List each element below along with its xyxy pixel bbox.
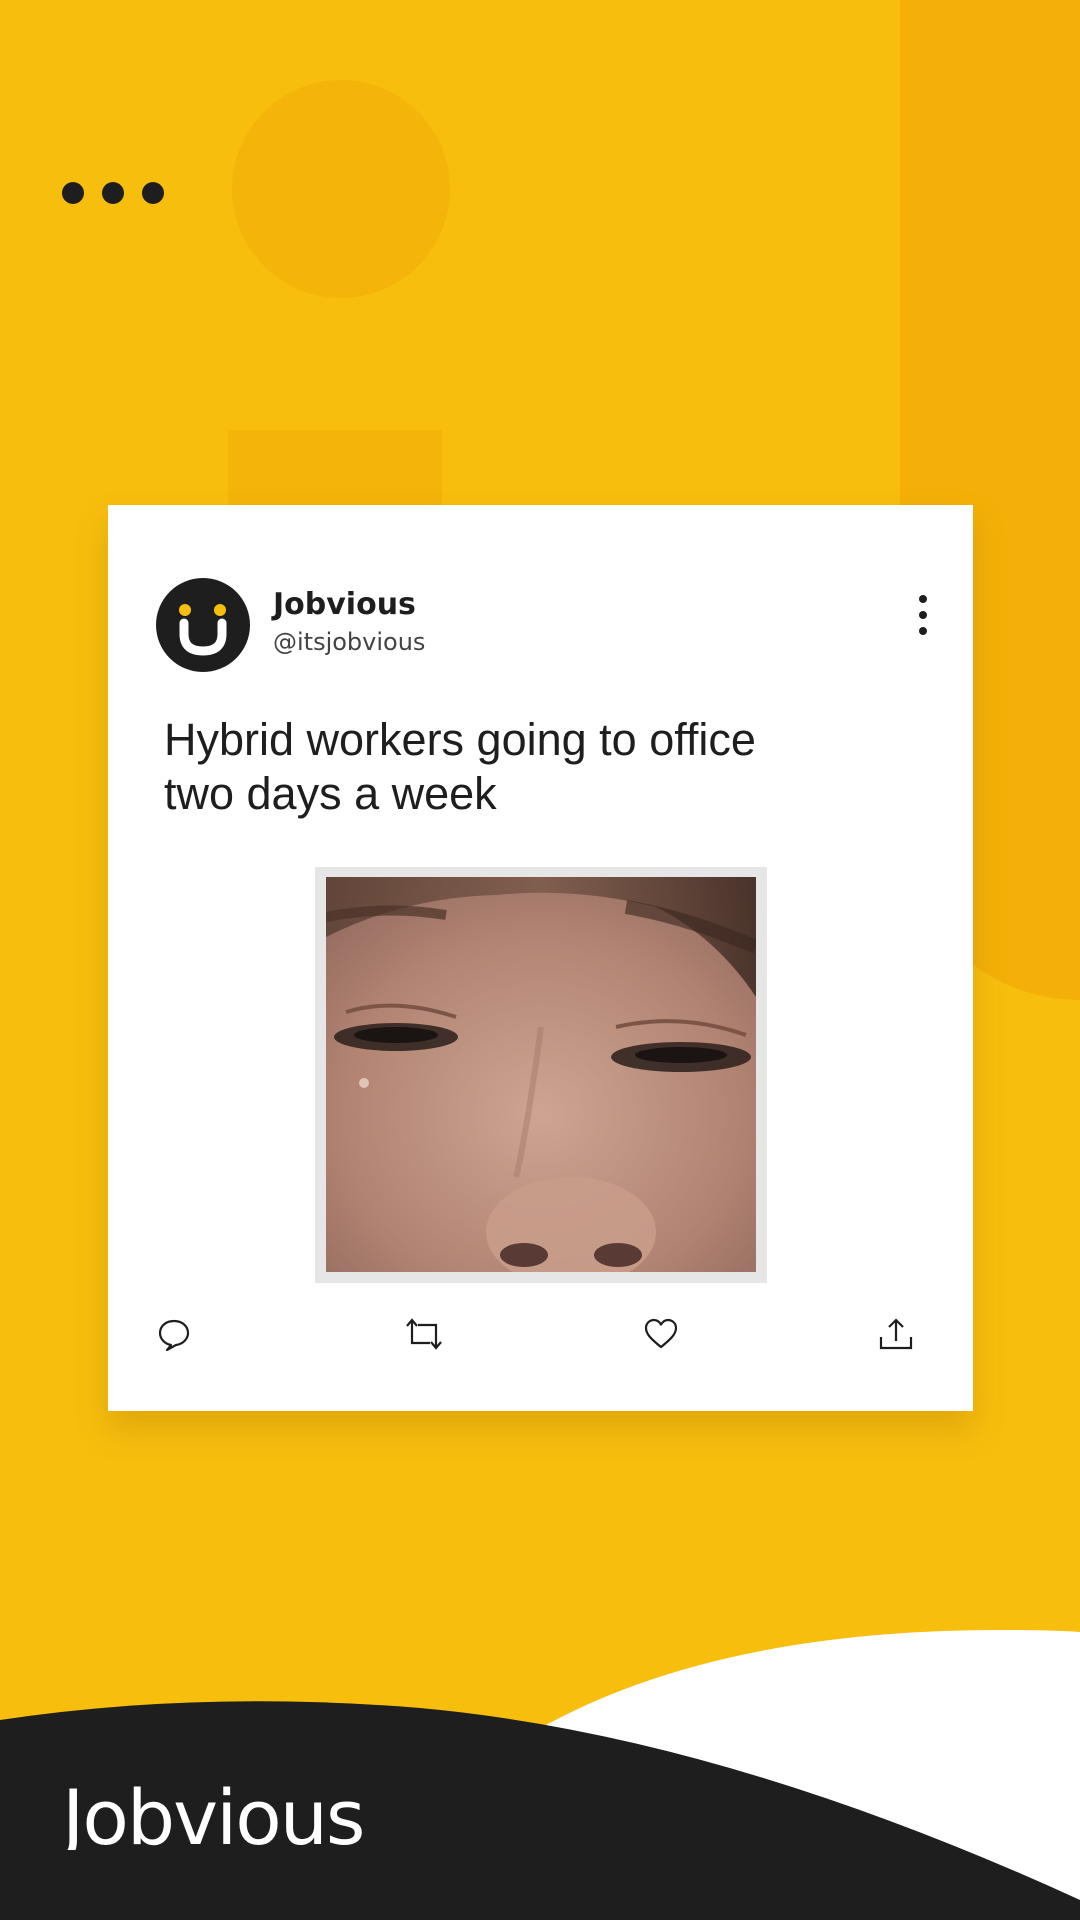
post-card: Jobvious @itsjobvious Hybrid workers goi… xyxy=(108,505,973,1411)
jobvious-brand-logo: Jobvious xyxy=(62,1778,366,1850)
brand-logo-text: Jobvious xyxy=(62,1778,364,1850)
story-canvas: Jobvious @itsjobvious Hybrid workers goi… xyxy=(0,0,1080,1920)
background-bar xyxy=(228,430,442,510)
avatar[interactable] xyxy=(156,578,250,672)
dot xyxy=(142,182,164,204)
account-name[interactable]: Jobvious xyxy=(273,590,416,620)
post-text: Hybrid workers going to office two days … xyxy=(164,713,924,821)
retweet-button[interactable] xyxy=(400,1310,448,1358)
dot xyxy=(102,182,124,204)
background-circle xyxy=(232,80,450,298)
post-actions xyxy=(108,1310,973,1370)
share-icon xyxy=(879,1318,913,1350)
retweet-icon xyxy=(406,1318,442,1350)
dot xyxy=(62,182,84,204)
more-vertical-icon xyxy=(919,595,927,635)
footer-wave xyxy=(0,1630,1080,1920)
jobvious-smiley-logo-icon xyxy=(179,604,227,656)
crying-face-photo xyxy=(326,877,756,1272)
share-button[interactable] xyxy=(872,1310,920,1358)
photo-image xyxy=(326,877,756,1272)
more-options-button[interactable] xyxy=(908,593,938,639)
reply-icon xyxy=(158,1319,190,1351)
account-handle[interactable]: @itsjobvious xyxy=(273,630,425,654)
like-button[interactable] xyxy=(637,1310,685,1358)
reply-button[interactable] xyxy=(150,1310,198,1358)
post-media[interactable] xyxy=(315,867,767,1283)
post-text-line: two days a week xyxy=(164,768,497,819)
like-icon xyxy=(644,1318,678,1349)
ellipsis-dots-icon xyxy=(62,182,164,204)
post-text-line: Hybrid workers going to office xyxy=(164,714,756,765)
